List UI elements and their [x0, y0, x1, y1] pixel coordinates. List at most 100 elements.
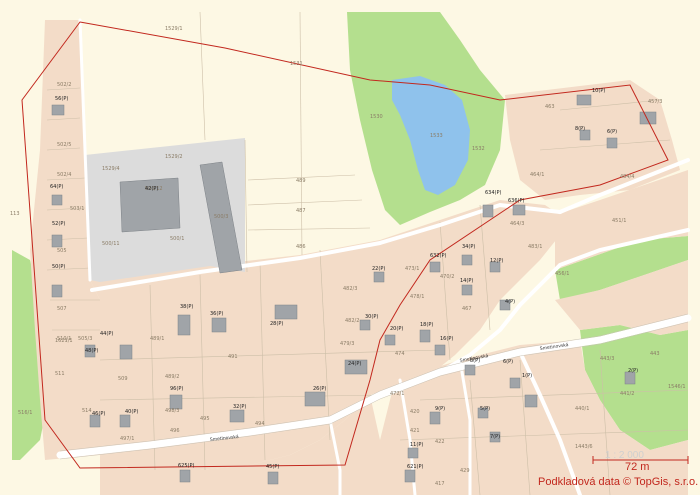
- svg-text:113: 113: [10, 211, 20, 217]
- svg-text:2(P): 2(P): [628, 368, 638, 374]
- svg-text:467: 467: [462, 306, 472, 312]
- building-634: [482, 204, 494, 218]
- svg-text:491: 491: [228, 354, 238, 360]
- svg-text:457/3: 457/3: [648, 99, 662, 105]
- svg-text:20(P): 20(P): [390, 326, 403, 332]
- svg-text:26(P): 26(P): [313, 386, 326, 392]
- svg-text:6(P): 6(P): [503, 359, 513, 365]
- svg-text:7(P): 7(P): [490, 434, 500, 440]
- svg-text:634(P): 634(P): [485, 190, 502, 196]
- building-26: [304, 391, 326, 407]
- svg-text:509: 509: [118, 376, 128, 382]
- building-50: [51, 284, 63, 298]
- svg-text:443: 443: [650, 351, 660, 357]
- svg-text:24(P): 24(P): [348, 361, 361, 367]
- building-34: [461, 254, 473, 266]
- svg-text:1443/6: 1443/6: [575, 444, 593, 450]
- svg-text:18(P): 18(P): [420, 322, 433, 328]
- svg-text:502/2: 502/2: [57, 82, 71, 88]
- cadastral-map[interactable]: 1529/1 1531 1530 1533 1532 1529/4 1529/2…: [0, 0, 700, 495]
- svg-text:495: 495: [200, 416, 210, 422]
- svg-text:64(P): 64(P): [50, 184, 63, 190]
- svg-text:498/3: 498/3: [165, 408, 179, 414]
- svg-text:500/1: 500/1: [170, 236, 184, 242]
- svg-text:473/1: 473/1: [405, 266, 419, 272]
- svg-text:474: 474: [395, 351, 405, 357]
- svg-text:1529/1: 1529/1: [165, 26, 183, 32]
- svg-text:464/3: 464/3: [510, 221, 524, 227]
- svg-text:1(P): 1(P): [522, 373, 532, 379]
- svg-text:625(P): 625(P): [178, 463, 195, 469]
- svg-text:44(P): 44(P): [100, 331, 113, 337]
- svg-text:1531: 1531: [290, 61, 303, 67]
- building-44: [119, 344, 133, 360]
- building-32: [229, 409, 245, 423]
- building-52: [51, 234, 63, 248]
- svg-text:422: 422: [435, 439, 445, 445]
- svg-text:417: 417: [435, 481, 445, 487]
- building-38: [177, 314, 191, 336]
- svg-text:46(P): 46(P): [92, 411, 105, 417]
- svg-text:42(P): 42(P): [145, 186, 158, 192]
- svg-text:505: 505: [57, 248, 67, 254]
- svg-text:486: 486: [296, 244, 306, 250]
- svg-text:6(P): 6(P): [607, 129, 617, 135]
- svg-text:484/4: 484/4: [620, 174, 634, 180]
- svg-text:478/1: 478/1: [410, 294, 424, 300]
- svg-text:632(P): 632(P): [430, 253, 447, 259]
- svg-text:489/2: 489/2: [165, 374, 179, 380]
- svg-text:1533: 1533: [430, 133, 443, 139]
- svg-text:494: 494: [255, 421, 265, 427]
- svg-text:22(P): 22(P): [372, 266, 385, 272]
- svg-text:507: 507: [57, 306, 67, 312]
- svg-text:11(P): 11(P): [410, 442, 423, 448]
- scale-label: 72 m: [625, 461, 649, 473]
- svg-text:96(P): 96(P): [170, 386, 183, 392]
- svg-text:441/2: 441/2: [620, 391, 634, 397]
- svg-text:511: 511: [55, 371, 65, 377]
- svg-text:14(P): 14(P): [460, 278, 473, 284]
- building-64: [51, 194, 63, 206]
- building-36: [211, 317, 227, 333]
- svg-text:34(P): 34(P): [462, 244, 475, 250]
- svg-text:482/2: 482/2: [345, 318, 359, 324]
- svg-text:1532: 1532: [472, 146, 485, 152]
- building-45: [267, 471, 279, 485]
- svg-text:45(P): 45(P): [266, 464, 279, 470]
- building-28: [274, 304, 298, 320]
- svg-text:443/3: 443/3: [600, 356, 614, 362]
- svg-text:429: 429: [460, 468, 470, 474]
- svg-text:38(P): 38(P): [180, 304, 193, 310]
- svg-text:56(P): 56(P): [55, 96, 68, 102]
- building-40: [119, 414, 131, 428]
- svg-text:502/4: 502/4: [57, 172, 71, 178]
- building-22: [373, 271, 385, 283]
- building-632: [429, 261, 441, 273]
- svg-text:621(P): 621(P): [407, 464, 424, 470]
- building-20: [384, 334, 396, 346]
- svg-text:30(P): 30(P): [365, 314, 378, 320]
- svg-text:482/3: 482/3: [343, 286, 357, 292]
- building-56: [51, 104, 65, 116]
- building-621: [404, 469, 416, 483]
- building-11: [407, 447, 419, 459]
- building-625: [179, 469, 191, 483]
- building-10: [576, 94, 592, 106]
- svg-text:505/3: 505/3: [78, 336, 92, 342]
- svg-text:502/5: 502/5: [57, 142, 71, 148]
- svg-text:48(P): 48(P): [85, 348, 98, 354]
- svg-text:500/3: 500/3: [214, 214, 228, 220]
- scale-ratio: 1 : 2 000: [605, 450, 644, 461]
- svg-text:463: 463: [545, 104, 555, 110]
- svg-text:503/1: 503/1: [70, 206, 84, 212]
- svg-text:50(P): 50(P): [52, 264, 65, 270]
- svg-text:8(P): 8(P): [575, 126, 585, 132]
- svg-text:40(P): 40(P): [125, 409, 138, 415]
- svg-text:497/1: 497/1: [120, 436, 134, 442]
- building-18: [419, 329, 431, 343]
- svg-text:9(P): 9(P): [435, 406, 445, 412]
- map-canvas[interactable]: 1529/1 1531 1530 1533 1532 1529/4 1529/2…: [0, 0, 700, 495]
- svg-text:1529/2: 1529/2: [165, 154, 183, 160]
- svg-text:451/1: 451/1: [612, 218, 626, 224]
- svg-text:483/1: 483/1: [528, 244, 542, 250]
